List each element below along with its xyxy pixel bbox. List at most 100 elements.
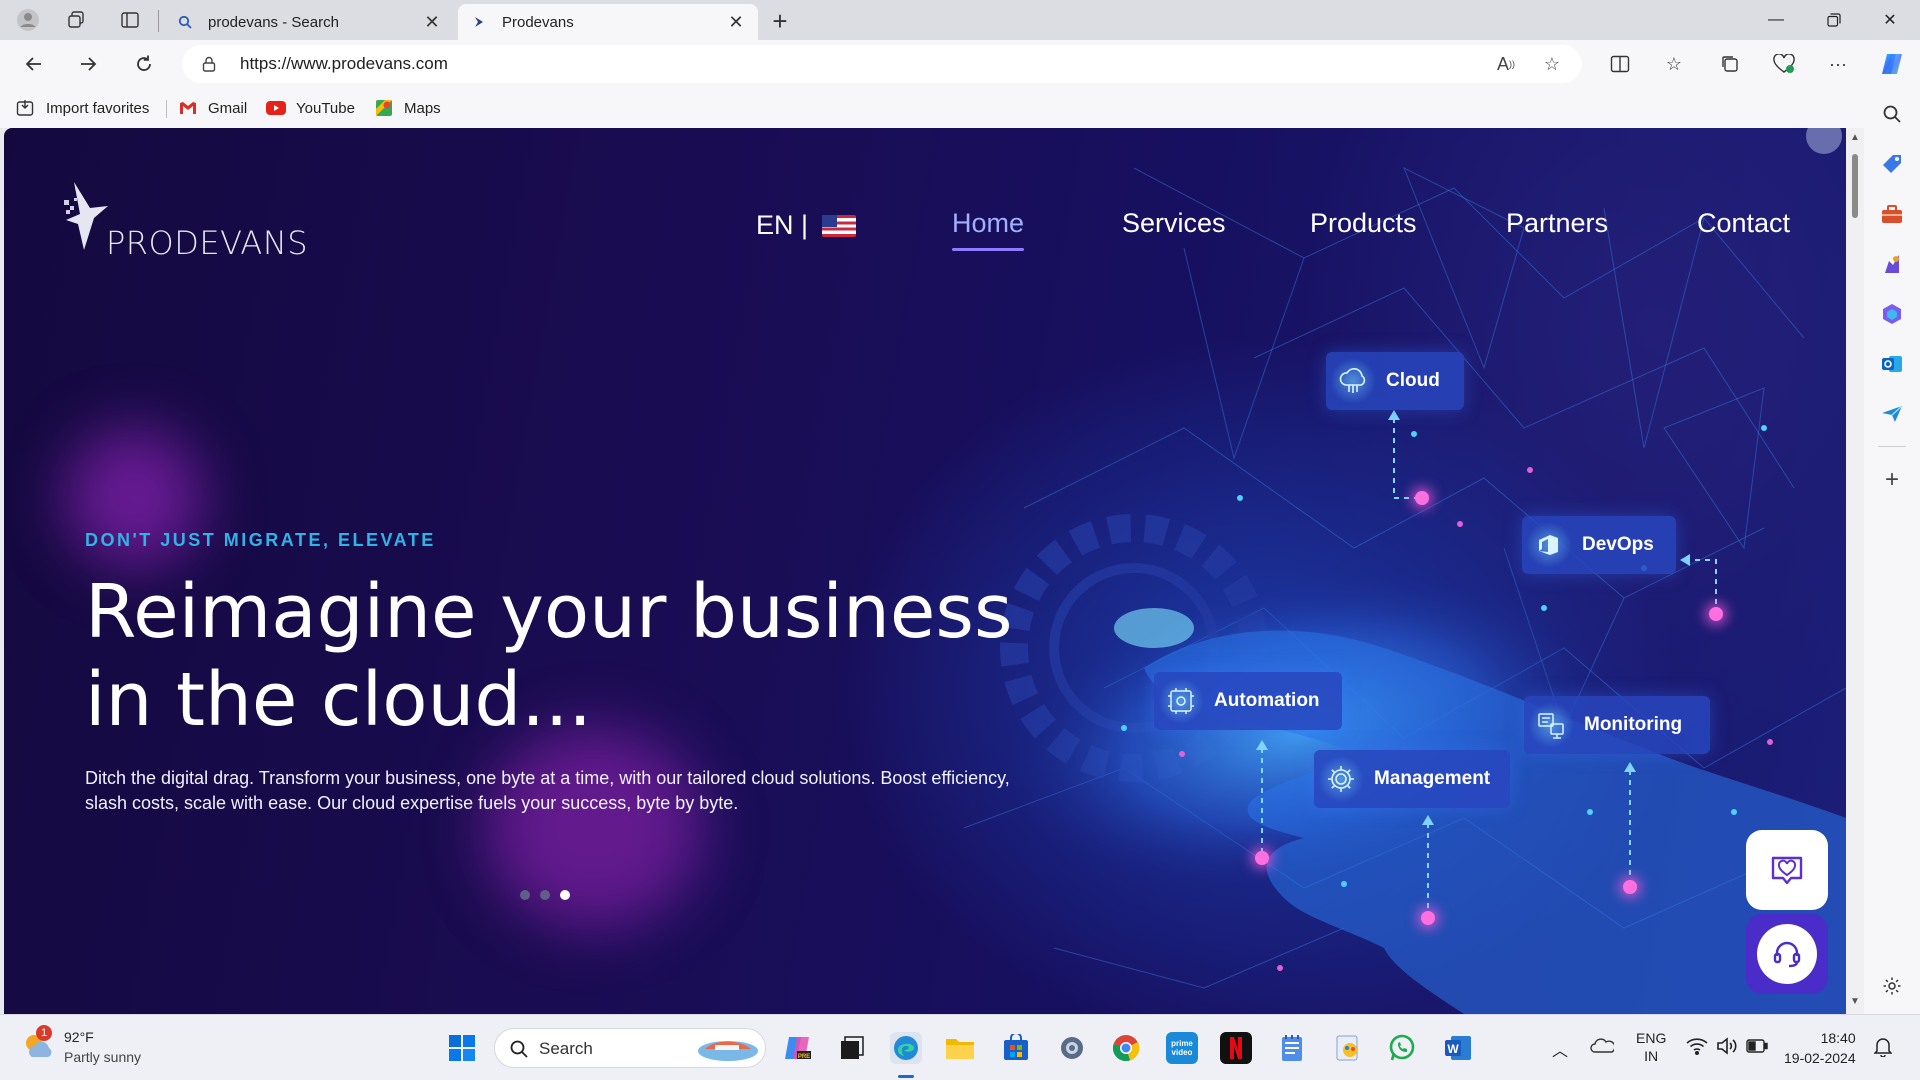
service-chip-devops[interactable]: DevOps bbox=[1522, 516, 1676, 574]
back-button[interactable] bbox=[18, 48, 50, 80]
chrome-icon[interactable] bbox=[1110, 1032, 1142, 1064]
tab-title: Prodevans bbox=[502, 13, 574, 31]
paint-icon[interactable] bbox=[1332, 1032, 1364, 1064]
carousel-dot-1[interactable] bbox=[520, 890, 530, 900]
logo-wordmark: PRODEVANS bbox=[106, 224, 309, 262]
search-label: Search bbox=[539, 1039, 593, 1058]
settings-taskbar-icon[interactable] bbox=[1056, 1032, 1088, 1064]
windows-start-icon[interactable] bbox=[446, 1032, 478, 1064]
carousel-dot-2[interactable] bbox=[540, 890, 550, 900]
favorite-label: Maps bbox=[404, 99, 441, 117]
netflix-icon[interactable] bbox=[1220, 1032, 1252, 1064]
network-node bbox=[1415, 491, 1429, 505]
scrollbar-thumb[interactable] bbox=[1852, 154, 1858, 218]
taskbar-search-box[interactable]: Search bbox=[494, 1028, 766, 1068]
maps-icon bbox=[374, 99, 394, 117]
clock[interactable]: 18:40 19-02-2024 bbox=[1784, 1028, 1856, 1068]
favorite-maps[interactable]: Maps bbox=[374, 97, 441, 119]
page-scrollbar[interactable]: ▲ ▼ bbox=[1846, 128, 1864, 1014]
service-chip-monitoring[interactable]: Monitoring bbox=[1524, 696, 1710, 754]
wishlist-widget-button[interactable] bbox=[1746, 830, 1828, 910]
send-icon[interactable] bbox=[1878, 400, 1906, 428]
favorite-star-icon[interactable]: ☆ bbox=[1540, 52, 1564, 76]
minimize-button[interactable]: — bbox=[1748, 0, 1804, 40]
close-window-button[interactable]: ✕ bbox=[1862, 0, 1918, 40]
more-options-icon[interactable]: ··· bbox=[1824, 50, 1852, 78]
nav-partners[interactable]: Partners bbox=[1506, 208, 1608, 239]
scroll-up-arrow[interactable]: ▲ bbox=[1850, 132, 1860, 143]
nav-contact[interactable]: Contact bbox=[1697, 208, 1790, 239]
restore-button[interactable] bbox=[1806, 0, 1862, 40]
service-chip-cloud[interactable]: Cloud bbox=[1326, 352, 1464, 410]
favorite-gmail[interactable]: Gmail bbox=[178, 97, 247, 119]
heart-chat-icon bbox=[1771, 856, 1803, 885]
close-tab-icon[interactable]: ✕ bbox=[726, 12, 746, 32]
refresh-button[interactable] bbox=[128, 48, 160, 80]
carousel-dot-3[interactable] bbox=[560, 890, 570, 900]
favorite-import-favorites[interactable]: Import favorites bbox=[16, 97, 149, 119]
nav-services[interactable]: Services bbox=[1122, 208, 1226, 239]
tab-search[interactable]: prodevans - Search ✕ bbox=[164, 4, 454, 40]
gear-icon bbox=[1318, 756, 1364, 802]
notepad-icon[interactable] bbox=[1276, 1032, 1308, 1064]
service-chip-management[interactable]: Management bbox=[1314, 750, 1510, 808]
split-screen-icon[interactable] bbox=[1606, 50, 1634, 78]
new-tab-button[interactable]: + bbox=[766, 8, 794, 36]
sidebar-settings-icon[interactable] bbox=[1878, 972, 1906, 1000]
word-icon[interactable]: W bbox=[1442, 1032, 1474, 1064]
favorites-icon[interactable]: ☆ bbox=[1660, 50, 1688, 78]
whatsapp-icon[interactable] bbox=[1386, 1032, 1418, 1064]
lock-icon[interactable] bbox=[200, 55, 218, 73]
service-chip-automation[interactable]: Automation bbox=[1154, 672, 1342, 730]
us-flag-icon bbox=[822, 214, 857, 237]
show-hidden-icons-chevron-icon[interactable]: ︿ bbox=[1552, 1037, 1568, 1061]
microsoft-365-icon[interactable] bbox=[1878, 300, 1906, 328]
microsoft-store-icon[interactable] bbox=[1000, 1032, 1032, 1064]
tab-actions-icon[interactable] bbox=[116, 6, 144, 34]
prodevans-logo[interactable]: PRODEVANS bbox=[64, 180, 308, 270]
copilot-icon[interactable] bbox=[1878, 50, 1906, 78]
collections-icon[interactable] bbox=[1716, 50, 1744, 78]
scroll-down-arrow[interactable]: ▼ bbox=[1850, 996, 1860, 1007]
background-glow bbox=[484, 728, 704, 928]
close-tab-icon[interactable]: ✕ bbox=[422, 12, 442, 32]
copilot-taskbar-icon[interactable]: PRE bbox=[782, 1032, 814, 1064]
nav-products[interactable]: Products bbox=[1310, 208, 1417, 239]
task-view-icon[interactable] bbox=[836, 1032, 868, 1064]
input-language-indicator[interactable]: ENG IN bbox=[1636, 1029, 1666, 1065]
windows-taskbar: 1 92°F Partly sunny Search PRE prime vide… bbox=[0, 1014, 1920, 1080]
prodevans-favicon-icon bbox=[470, 13, 488, 31]
region-code: IN bbox=[1644, 1048, 1659, 1064]
service-label: DevOps bbox=[1582, 534, 1654, 555]
file-explorer-icon[interactable] bbox=[944, 1032, 976, 1064]
address-bar[interactable]: https://www.prodevans.com A)) ☆ bbox=[182, 45, 1582, 83]
edge-taskbar-icon[interactable] bbox=[890, 1032, 922, 1064]
shopping-icon[interactable] bbox=[1878, 150, 1906, 178]
read-aloud-icon[interactable]: A)) bbox=[1494, 52, 1518, 76]
workspaces-icon[interactable] bbox=[62, 6, 90, 34]
onedrive-icon[interactable] bbox=[1590, 1037, 1616, 1056]
language-selector[interactable]: EN | bbox=[756, 210, 857, 241]
prime-video-icon[interactable]: prime video bbox=[1166, 1032, 1198, 1064]
favorites-separator bbox=[166, 100, 167, 118]
browser-essentials-icon[interactable] bbox=[1770, 50, 1798, 78]
notifications-bell-icon[interactable] bbox=[1873, 1037, 1893, 1060]
title-bar: prodevans - Search ✕ Prodevans ✕ + — ✕ bbox=[0, 0, 1920, 40]
search-icon bbox=[510, 1040, 528, 1058]
outlook-icon[interactable] bbox=[1878, 350, 1906, 378]
tab-prodevans[interactable]: Prodevans ✕ bbox=[458, 4, 758, 40]
wifi-icon[interactable] bbox=[1686, 1037, 1708, 1058]
favorite-youtube[interactable]: YouTube bbox=[266, 97, 355, 119]
profile-icon[interactable] bbox=[14, 6, 42, 34]
volume-icon[interactable] bbox=[1716, 1037, 1738, 1058]
add-sidebar-app-icon[interactable]: + bbox=[1878, 466, 1906, 494]
forward-button[interactable] bbox=[72, 48, 104, 80]
search-sidebar-icon[interactable] bbox=[1878, 100, 1906, 128]
battery-icon[interactable] bbox=[1746, 1039, 1768, 1056]
nav-home[interactable]: Home bbox=[952, 208, 1025, 251]
tab-separator bbox=[158, 10, 159, 32]
url-text[interactable]: https://www.prodevans.com bbox=[240, 54, 448, 74]
tools-icon[interactable] bbox=[1878, 200, 1906, 228]
games-icon[interactable] bbox=[1878, 250, 1906, 278]
support-chat-button[interactable] bbox=[1746, 914, 1828, 994]
